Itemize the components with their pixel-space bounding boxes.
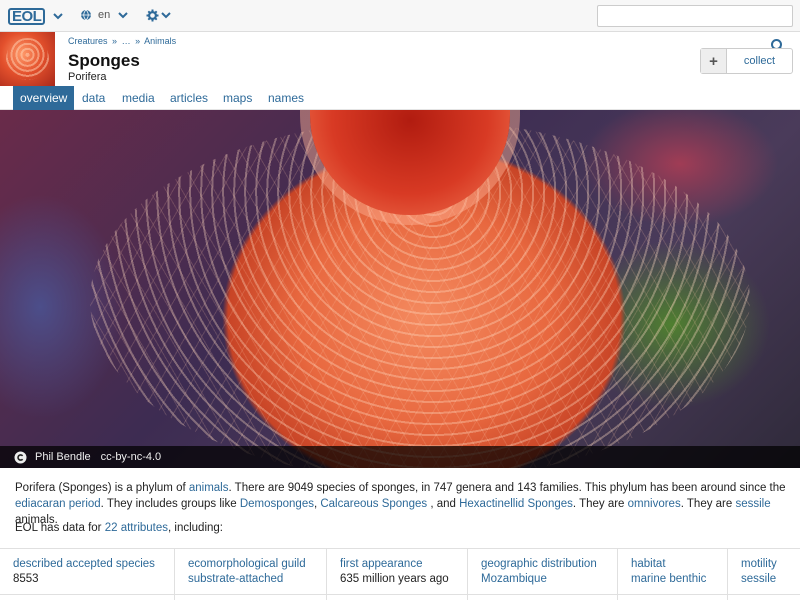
tab-overview[interactable]: overview — [13, 86, 75, 110]
attribute-key[interactable]: habitat — [631, 558, 727, 570]
taxon-thumbnail[interactable] — [0, 32, 55, 86]
image-caption: Phil Bendle cc-by-nc-4.0 — [0, 446, 800, 468]
divider — [0, 594, 800, 595]
attribute-strip: described accepted species 8553 ecomorph… — [0, 548, 800, 600]
link-calcareous-sponges[interactable]: Calcareous Sponges — [320, 498, 427, 510]
attribute-key[interactable]: ecomorphological guild — [188, 558, 326, 570]
settings-menu[interactable] — [146, 8, 173, 22]
link-sessile[interactable]: sessile — [735, 498, 770, 510]
chevron-down-icon — [118, 12, 128, 19]
attribute-value[interactable]: marine benthic — [631, 573, 727, 585]
search-input[interactable] — [597, 5, 793, 27]
globe-icon — [81, 9, 91, 21]
data-line-prefix: EOL has data for — [15, 522, 105, 534]
link-animals[interactable]: animals — [189, 482, 229, 494]
creative-commons-icon — [14, 451, 27, 463]
eol-logo[interactable]: EOL — [8, 7, 46, 25]
top-nav-bar: EOL en — [0, 0, 800, 32]
language-selector[interactable]: en — [80, 8, 130, 22]
data-count-line: EOL has data for 22 attributes, includin… — [15, 522, 223, 534]
summary-text: . They includes groups like — [100, 498, 240, 510]
breadcrumb-separator: » — [135, 36, 141, 46]
eol-logo-menu[interactable]: EOL — [8, 7, 65, 25]
attribute-key[interactable]: geographic distribution — [481, 558, 617, 570]
breadcrumb-separator: » — [112, 36, 118, 46]
gear-icon — [146, 9, 159, 21]
chevron-down-icon[interactable] — [51, 9, 65, 23]
attribute-card[interactable]: first appearance 635 million years ago — [327, 549, 468, 600]
attribute-card[interactable]: motility sessile — [728, 549, 800, 600]
tab-data[interactable]: data — [75, 86, 112, 110]
scientific-name: Porifera — [68, 71, 107, 83]
breadcrumb: Creatures » … » Animals — [68, 36, 178, 46]
attribute-value[interactable]: Mozambique — [481, 573, 617, 585]
breadcrumb-creatures[interactable]: Creatures — [68, 36, 108, 46]
collect-label: collect — [743, 55, 776, 67]
link-attributes[interactable]: 22 attributes — [105, 522, 168, 534]
language-label: en — [98, 9, 111, 21]
tab-articles[interactable]: articles — [163, 86, 215, 110]
attribute-value: 635 million years ago — [340, 573, 449, 585]
attribute-card[interactable]: habitat marine benthic — [618, 549, 728, 600]
taxon-summary: Porifera (Sponges) is a phylum of animal… — [15, 480, 790, 528]
attribute-value: 8553 — [13, 573, 39, 585]
summary-text: . They are — [680, 498, 736, 510]
page-header: Creatures » … » Animals Sponges Porifera — [0, 32, 800, 86]
attribute-value[interactable]: sessile — [741, 573, 800, 585]
tab-maps[interactable]: maps — [216, 86, 259, 110]
breadcrumb-animals[interactable]: Animals — [144, 36, 176, 46]
attribute-card[interactable]: geographic distribution Mozambique — [468, 549, 618, 600]
summary-text: Porifera (Sponges) is a phylum of — [15, 482, 189, 494]
link-hexactinellid-sponges[interactable]: Hexactinellid Sponges — [459, 498, 573, 510]
summary-text: . They are — [572, 498, 628, 510]
page-title: Sponges — [68, 51, 140, 70]
breadcrumb-ellipsis[interactable]: … — [122, 36, 131, 46]
attribute-key[interactable]: motility — [741, 558, 800, 570]
attribute-key[interactable]: first appearance — [340, 558, 467, 570]
hero-image[interactable] — [0, 110, 800, 468]
image-license[interactable]: cc-by-nc-4.0 — [101, 451, 162, 463]
plus-icon: + — [701, 49, 727, 73]
tab-names[interactable]: names — [261, 86, 311, 110]
link-demosponges[interactable]: Demosponges — [240, 498, 314, 510]
attribute-card[interactable]: ecomorphological guild substrate-attache… — [175, 549, 327, 600]
tab-media[interactable]: media — [115, 86, 162, 110]
summary-text: , and — [427, 498, 460, 510]
chevron-down-icon — [161, 12, 171, 19]
link-omnivores[interactable]: omnivores — [628, 498, 681, 510]
link-ediacaran-period[interactable]: ediacaran period — [15, 498, 101, 510]
image-author[interactable]: Phil Bendle — [35, 451, 91, 463]
data-line-suffix: , including: — [168, 522, 223, 534]
attribute-key[interactable]: described accepted species — [13, 558, 174, 570]
tab-bar: overview data media articles maps names — [0, 86, 800, 110]
summary-text: . There are 9049 species of sponges, in … — [228, 482, 786, 494]
attribute-value[interactable]: substrate-attached — [188, 573, 326, 585]
collect-button[interactable]: + collect — [700, 48, 793, 74]
attribute-card[interactable]: described accepted species 8553 — [0, 549, 175, 600]
